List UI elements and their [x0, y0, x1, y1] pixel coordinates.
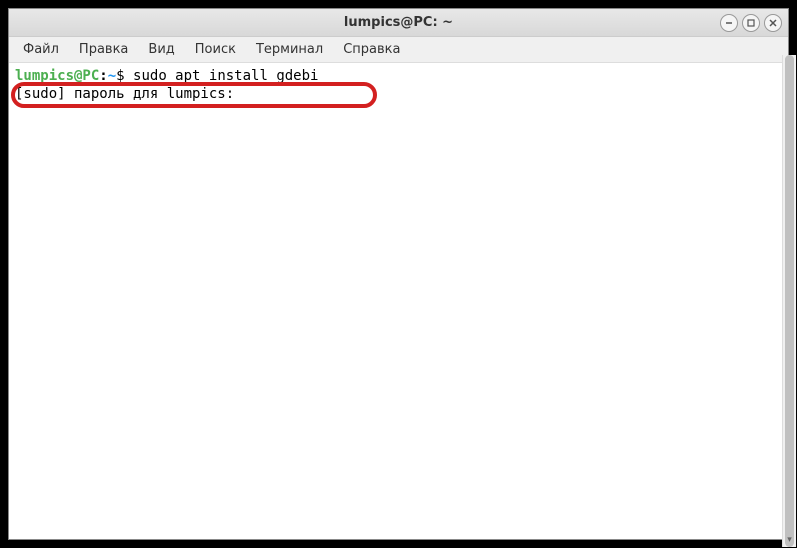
terminal-line-1: lumpics@PC:~$ sudo apt install gdebi: [15, 67, 782, 85]
menu-view[interactable]: Вид: [138, 39, 184, 60]
menubar: Файл Правка Вид Поиск Терминал Справка: [9, 37, 788, 63]
prompt-dollar: $: [116, 68, 133, 84]
sudo-password-prompt: [sudo] пароль для lumpics:: [15, 86, 243, 102]
menu-help[interactable]: Справка: [333, 39, 410, 60]
prompt-user: lumpics@PC: [15, 68, 99, 84]
terminal-line-2: [sudo] пароль для lumpics:: [15, 85, 782, 103]
terminal-content[interactable]: lumpics@PC:~$ sudo apt install gdebi [su…: [9, 63, 788, 539]
scrollbar[interactable]: ▾: [782, 55, 796, 547]
menu-search[interactable]: Поиск: [185, 39, 246, 60]
minimize-button[interactable]: [720, 14, 738, 32]
prompt-separator: :: [99, 68, 107, 84]
menu-file[interactable]: Файл: [13, 39, 69, 60]
prompt-path: ~: [108, 68, 116, 84]
command-text: sudo apt install gdebi: [133, 68, 318, 84]
menu-terminal[interactable]: Терминал: [246, 39, 333, 60]
window-title: lumpics@PC: ~: [15, 15, 782, 30]
terminal-window: lumpics@PC: ~ Файл Правка Вид Поиск Терм…: [8, 8, 789, 540]
maximize-button[interactable]: [742, 14, 760, 32]
scrollbar-thumb[interactable]: [785, 55, 794, 547]
close-button[interactable]: [764, 14, 782, 32]
window-controls: [720, 14, 782, 32]
titlebar[interactable]: lumpics@PC: ~: [9, 9, 788, 37]
menu-edit[interactable]: Правка: [69, 39, 138, 60]
scroll-down-icon[interactable]: ▾: [783, 533, 796, 547]
